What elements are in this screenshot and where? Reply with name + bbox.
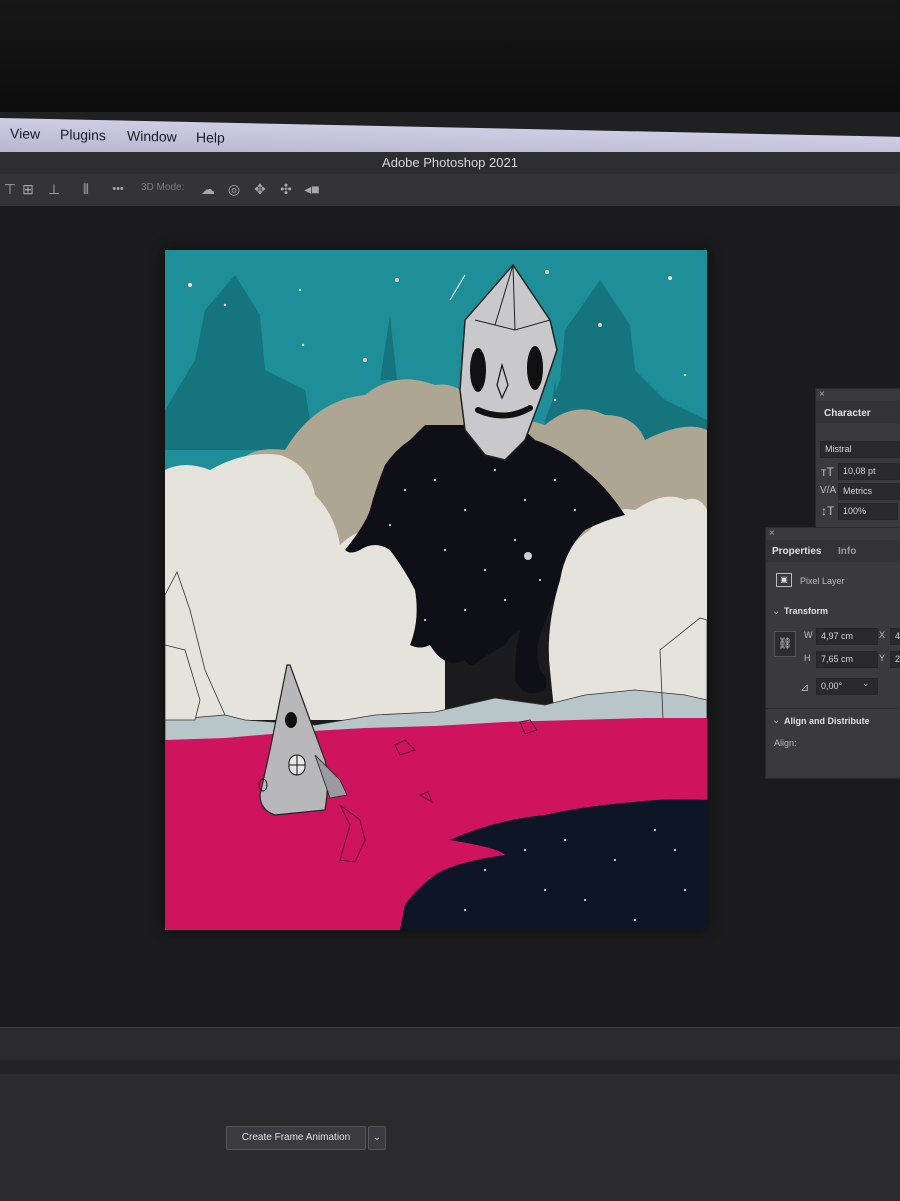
menu-plugins[interactable]: Plugins: [60, 126, 106, 143]
font-size-icon: ᴛT: [821, 465, 834, 479]
title-bar: Adobe Photoshop 2021: [0, 152, 900, 174]
chevron-down-icon[interactable]: ⌄: [772, 715, 780, 726]
font-family-field[interactable]: Mistral: [820, 441, 900, 458]
options-bar: ⊤ ⊞ ⊥ ⫴ ••• 3D Mode: ☁ ◎ ✥ ✣ ◂■: [0, 174, 900, 207]
close-icon[interactable]: ×: [819, 389, 825, 400]
angle-dropdown-icon[interactable]: ⌄: [862, 678, 870, 689]
menu-help[interactable]: Help: [196, 129, 225, 146]
width-label: W: [804, 630, 813, 640]
kerning-icon: V/A: [820, 485, 837, 496]
kerning-field[interactable]: Metrics: [838, 483, 900, 500]
y-label: Y: [879, 653, 886, 663]
vertical-scale-field[interactable]: 100%: [838, 503, 898, 520]
menu-view[interactable]: View: [10, 125, 40, 142]
x-field[interactable]: 4,: [890, 628, 900, 645]
orbit-3d-icon[interactable]: ☁: [198, 179, 218, 199]
height-label: H: [804, 653, 811, 663]
align-top-icon[interactable]: ⊤: [0, 179, 20, 199]
link-icon[interactable]: ⛓: [774, 631, 796, 657]
transform-heading: Transform: [784, 606, 829, 616]
properties-panel: × Properties Info ▣ Pixel Layer ⌄ Transf…: [765, 527, 900, 779]
roll-3d-icon[interactable]: ◎: [224, 179, 244, 199]
3d-mode-label: 3D Mode:: [141, 182, 185, 193]
close-icon[interactable]: ×: [769, 528, 775, 539]
timeline-panel: [0, 1027, 900, 1201]
font-size-field[interactable]: 10,08 pt: [838, 463, 900, 480]
panel-divider: [0, 1060, 900, 1074]
distribute-icon[interactable]: ⫴: [76, 179, 96, 199]
pan-3d-icon[interactable]: ✥: [250, 179, 270, 199]
chevron-down-icon[interactable]: ⌄: [368, 1126, 386, 1150]
y-field[interactable]: 2!: [890, 651, 900, 668]
tab-properties[interactable]: Properties: [772, 546, 821, 557]
angle-icon: ⊿: [800, 682, 810, 694]
menu-window[interactable]: Window: [127, 128, 177, 145]
tab-info[interactable]: Info: [838, 546, 856, 557]
character-panel: × Character Mistral ᴛT 10,08 pt V/A Metr…: [815, 388, 900, 530]
pixel-layer-icon: ▣: [776, 573, 792, 587]
document-canvas[interactable]: [165, 250, 707, 930]
align-label: Align:: [774, 738, 797, 748]
width-field[interactable]: 4,97 cm: [816, 628, 878, 645]
more-options-button[interactable]: •••: [108, 179, 128, 199]
divider: [766, 708, 900, 709]
create-frame-animation-button[interactable]: Create Frame Animation: [226, 1126, 366, 1150]
x-label: X: [879, 630, 886, 640]
window-title: Adobe Photoshop 2021: [382, 155, 518, 170]
layer-type-label: Pixel Layer: [800, 576, 845, 586]
vertical-scale-icon: ↕T: [821, 504, 835, 518]
scale-3d-icon[interactable]: ◂■: [302, 179, 322, 199]
align-bottom-icon[interactable]: ⊥: [44, 179, 64, 199]
monitor-bezel: [0, 0, 900, 120]
height-field[interactable]: 7,65 cm: [816, 651, 878, 668]
align-distribute-heading: Align and Distribute: [784, 716, 870, 726]
tab-character[interactable]: Character: [824, 408, 871, 419]
slide-3d-icon[interactable]: ✣: [276, 179, 296, 199]
align-middle-icon[interactable]: ⊞: [18, 179, 38, 199]
chevron-down-icon[interactable]: ⌄: [772, 606, 780, 617]
